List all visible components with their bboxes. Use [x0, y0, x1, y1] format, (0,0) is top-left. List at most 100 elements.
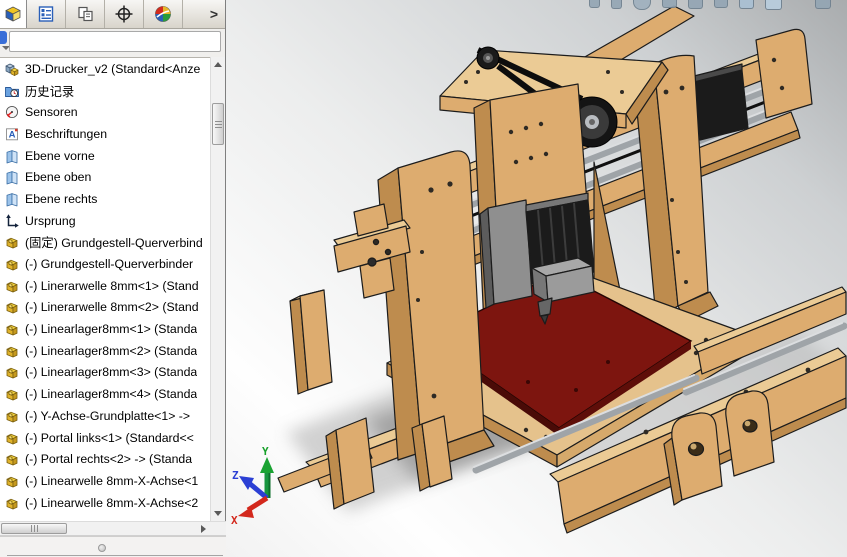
zoom-icon[interactable] — [633, 0, 651, 10]
triad-z-label: Z — [232, 469, 239, 482]
display-style-icon[interactable] — [815, 0, 831, 9]
tree-vertical-scrollbar[interactable] — [210, 57, 225, 521]
tree-item-part[interactable]: (-) Linerarwelle 8mm<2> (Stand — [0, 297, 225, 319]
tree-filter-row — [0, 28, 225, 57]
view-orientation-icon[interactable] — [765, 0, 782, 10]
tree-item-plane-top[interactable]: Ebene oben — [0, 166, 225, 188]
plane-icon — [4, 148, 20, 164]
part-icon — [4, 473, 20, 489]
tree-item-part[interactable]: (-) Linearwelle 8mm-X-Achse<2 — [0, 492, 225, 514]
tree-item-label: (-) Linearwelle 8mm-X-Achse<1 — [25, 473, 199, 488]
part-icon — [4, 256, 20, 272]
tree-item-assembly[interactable]: 3D-Drucker_v2 (Standard<Anze — [0, 58, 225, 80]
scroll-right-icon[interactable] — [196, 522, 211, 535]
part-icon — [4, 364, 20, 380]
y-motor — [693, 63, 749, 141]
graphics-viewport[interactable]: Y Z X — [226, 0, 847, 557]
feature-tree-icon — [5, 6, 21, 22]
scroll-down-icon[interactable] — [211, 506, 225, 521]
tree-item-part[interactable]: (-) Y-Achse-Grundplatte<1> -> — [0, 405, 225, 427]
tree-item-sensors[interactable]: Sensoren — [0, 101, 225, 123]
tree-item-part[interactable]: (-) Linearlager8mm<1> (Standa — [0, 318, 225, 340]
splitter-line — [7, 555, 223, 556]
toolbar-icon[interactable] — [611, 0, 622, 9]
toolbar-icon[interactable] — [688, 0, 703, 9]
tree-item-part[interactable]: (-) Linearlager8mm<4> (Standa — [0, 383, 225, 405]
tree-item-label: Ebene vorne — [25, 148, 95, 163]
tree-item-label: Ursprung — [25, 213, 76, 228]
property-manager-icon — [38, 6, 54, 22]
part-icon — [4, 386, 20, 402]
tree-item-plane-right[interactable]: Ebene rechts — [0, 188, 225, 210]
tree-item-part[interactable]: (固定) Grundgestell-Querverbind — [0, 232, 225, 254]
tree-item-label: Beschriftungen — [25, 126, 108, 141]
tree-item-label: (-) Linearlager8mm<1> (Standa — [25, 322, 198, 337]
manager-tab-bar: > — [0, 0, 225, 29]
tree-item-part[interactable]: (-) Portal rechts<2> -> (Standa — [0, 448, 225, 470]
tree-horizontal-scrollbar[interactable] — [0, 521, 226, 536]
triad-y-label: Y — [262, 445, 269, 458]
tree-item-label: (-) Linearlager8mm<2> (Standa — [25, 343, 198, 358]
solidworks-window: > 3D-Drucker_v2 (Standard<Anze 历史记录 Sens… — [0, 0, 847, 557]
headsup-view-toolbar[interactable] — [589, 0, 847, 10]
feature-tree: 3D-Drucker_v2 (Standard<Anze 历史记录 Sensor… — [0, 57, 225, 521]
tab-display-manager[interactable] — [144, 0, 183, 28]
tree-item-label: 3D-Drucker_v2 (Standard<Anze — [25, 61, 201, 76]
assembly-icon — [4, 61, 20, 77]
tab-dimxpert[interactable] — [105, 0, 144, 28]
part-icon — [4, 430, 20, 446]
tree-filter-input[interactable] — [9, 31, 221, 52]
scrollbar-thumb[interactable] — [1, 523, 67, 534]
toolbar-icon[interactable] — [662, 0, 677, 8]
scroll-up-icon[interactable] — [211, 57, 225, 72]
printer-model: Y Z X — [231, 5, 847, 534]
feature-manager-panel: > 3D-Drucker_v2 (Standard<Anze 历史记录 Sens… — [0, 0, 226, 557]
tree-item-part[interactable]: (-) Grundgestell-Querverbinder — [0, 253, 225, 275]
plane-icon — [4, 191, 20, 207]
tab-overflow-arrow[interactable]: > — [210, 0, 218, 28]
toolbar-icon[interactable] — [589, 0, 600, 8]
part-icon — [4, 321, 20, 337]
toolbar-icon[interactable] — [739, 0, 754, 9]
part-icon — [4, 495, 20, 511]
filter-icon[interactable] — [0, 31, 7, 44]
part-icon — [4, 451, 20, 467]
tree-item-label: (-) Linerarwelle 8mm<2> (Stand — [25, 300, 199, 315]
part-icon — [4, 278, 20, 294]
display-manager-icon — [155, 6, 171, 22]
orientation-triad: Y Z X — [231, 445, 274, 527]
tree-item-label: (固定) Grundgestell-Querverbind — [25, 236, 203, 251]
tab-feature-tree[interactable] — [0, 0, 27, 28]
tree-item-part[interactable]: (-) Linearlager8mm<2> (Standa — [0, 340, 225, 362]
tree-item-history[interactable]: 历史记录 — [0, 80, 225, 102]
tree-item-part[interactable]: (-) Linearwelle 8mm-X-Achse<1 — [0, 470, 225, 492]
tree-item-annotations[interactable]: Beschriftungen — [0, 123, 225, 145]
dimxpert-icon — [115, 5, 133, 23]
toolbar-icon[interactable] — [714, 0, 728, 8]
tree-item-label: Ebene oben — [25, 170, 92, 185]
tree-item-label: (-) Portal rechts<2> -> (Standa — [25, 452, 193, 467]
tab-property-manager[interactable] — [27, 0, 66, 28]
panel-splitter[interactable] — [0, 536, 226, 557]
origin-icon — [4, 213, 20, 229]
part-icon — [4, 343, 20, 359]
plane-icon — [4, 169, 20, 185]
tree-item-origin[interactable]: Ursprung — [0, 210, 225, 232]
tab-configuration-manager[interactable] — [66, 0, 105, 28]
tree-item-plane-front[interactable]: Ebene vorne — [0, 145, 225, 167]
tree-item-label: (-) Portal links<1> (Standard<< — [25, 430, 194, 445]
configuration-manager-icon — [78, 6, 93, 22]
tree-item-label: 历史记录 — [25, 84, 75, 99]
tree-item-part[interactable]: (-) Linerarwelle 8mm<1> (Stand — [0, 275, 225, 297]
tree-item-part[interactable]: (-) Linearlager8mm<3> (Standa — [0, 362, 225, 384]
tree-item-label: (-) Grundgestell-Querverbinder — [25, 257, 194, 272]
scrollbar-thumb[interactable] — [212, 103, 224, 145]
tree-item-label: (-) Linerarwelle 8mm<1> (Stand — [25, 278, 199, 293]
splitter-handle-icon[interactable] — [98, 544, 106, 552]
tree-item-part[interactable]: (-) Portal links<1> (Standard<< — [0, 427, 225, 449]
annotations-icon — [4, 126, 20, 142]
tree-item-label: (-) Linearlager8mm<3> (Standa — [25, 365, 198, 380]
sensors-icon — [4, 104, 20, 120]
part-icon — [4, 234, 20, 250]
tree-item-label: (-) Linearwelle 8mm-X-Achse<2 — [25, 495, 199, 510]
